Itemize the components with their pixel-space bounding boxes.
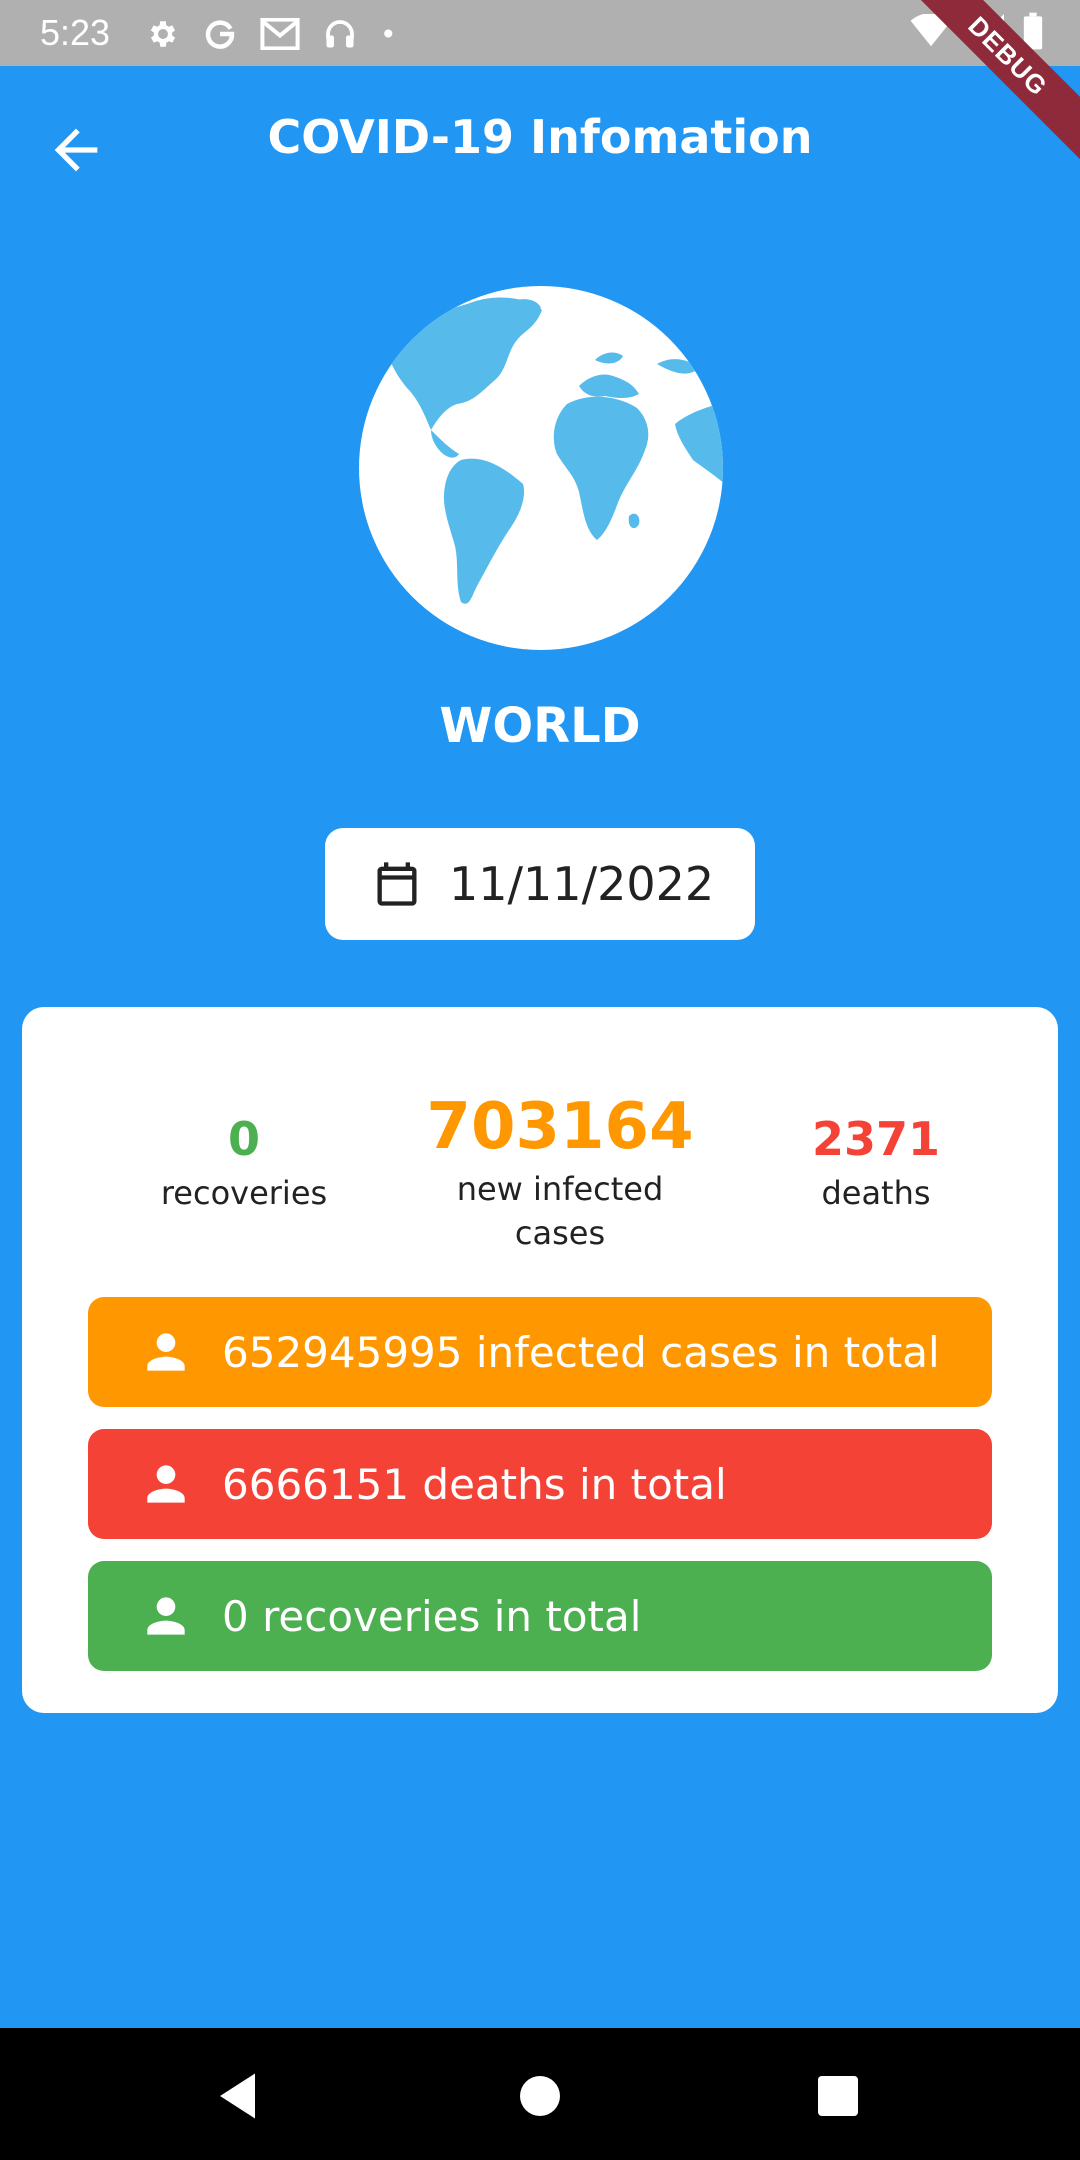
daily-new-infected-label-line1: new infected: [456, 1170, 664, 1208]
recents-square-icon[interactable]: [808, 2066, 868, 2126]
total-deaths-bar: 6666151 deaths in total: [88, 1429, 992, 1539]
back-triangle-icon[interactable]: [210, 2066, 270, 2126]
gmail-icon: [260, 18, 300, 50]
date-picker-button[interactable]: 11/11/2022: [325, 828, 755, 940]
headset-icon: [322, 16, 358, 52]
daily-deaths-label: deaths: [821, 1174, 931, 1212]
daily-recoveries-value: 0: [227, 1112, 260, 1166]
daily-new-infected: 703164 new infected cases: [400, 1087, 720, 1255]
gear-icon: [146, 17, 180, 51]
system-nav-bar: [0, 2028, 1080, 2160]
stats-card: 0 recoveries 703164 new infected cases 2…: [22, 1007, 1058, 1713]
total-infected-bar: 652945995 infected cases in total: [88, 1297, 992, 1407]
total-recoveries-text: 0 recoveries in total: [222, 1591, 642, 1641]
status-icons-left: •: [146, 14, 419, 54]
daily-deaths-value: 2371: [811, 1112, 941, 1166]
status-bar: 5:23 •: [0, 0, 1080, 66]
person-icon: [147, 1597, 185, 1635]
person-icon: [147, 1465, 185, 1503]
daily-new-infected-value: 703164: [426, 1090, 694, 1164]
daily-new-infected-label-line2: cases: [514, 1214, 606, 1252]
home-circle-icon[interactable]: [510, 2066, 570, 2126]
page-title: COVID-19 Infomation: [267, 110, 813, 164]
total-recoveries-bar: 0 recoveries in total: [88, 1561, 992, 1671]
total-infected-text: 652945995 infected cases in total: [222, 1327, 940, 1377]
app-bar: COVID-19 Infomation: [0, 66, 1080, 220]
calendar-icon: [371, 858, 423, 910]
region-name: WORLD: [439, 698, 641, 754]
selected-date: 11/11/2022: [449, 857, 715, 911]
person-icon: [147, 1333, 185, 1371]
globe-icon: [357, 284, 725, 652]
dot-icon: •: [380, 17, 397, 51]
total-deaths-text: 6666151 deaths in total: [222, 1459, 727, 1509]
daily-deaths: 2371 deaths: [746, 1107, 1006, 1215]
daily-recoveries: 0 recoveries: [114, 1107, 374, 1215]
google-g-icon: [202, 16, 238, 52]
daily-recoveries-label: recoveries: [160, 1174, 328, 1212]
status-time: 5:23: [40, 12, 111, 53]
